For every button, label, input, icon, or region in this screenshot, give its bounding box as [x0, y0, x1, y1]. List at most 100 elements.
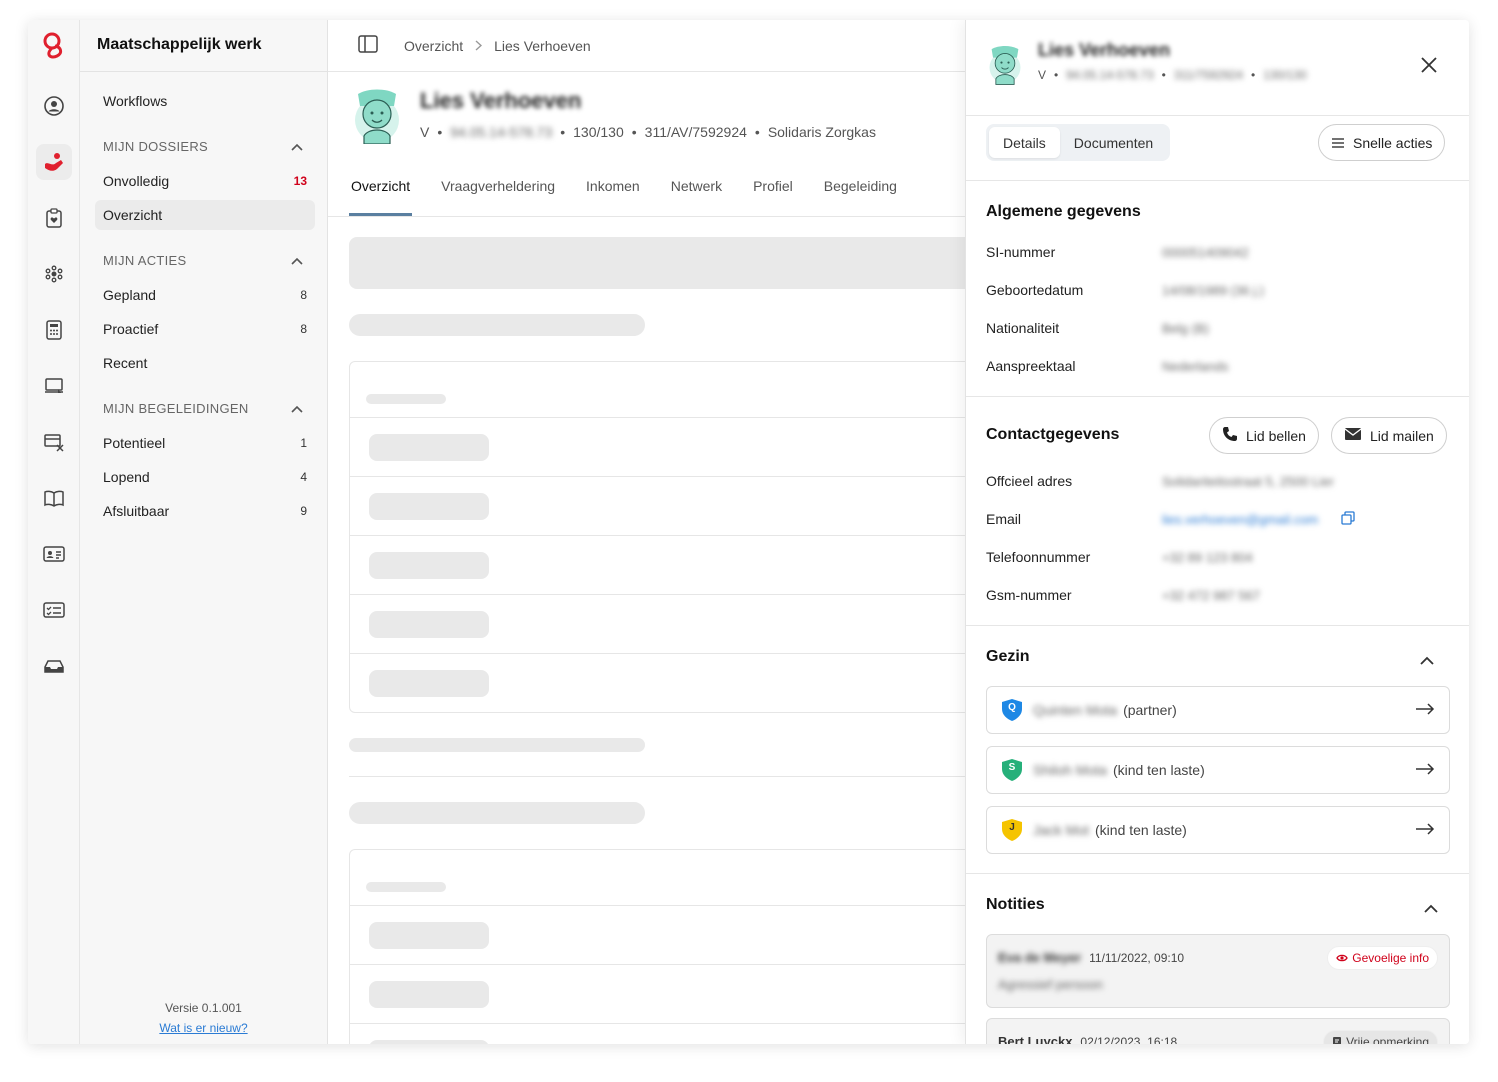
- count-badge: 9: [300, 504, 307, 518]
- kv-key: Telefoonnummer: [986, 549, 1091, 565]
- nav-item-lopend[interactable]: Lopend 4: [95, 462, 315, 492]
- whats-new-link[interactable]: Wat is er nieuw?: [80, 1021, 327, 1035]
- divider: [966, 873, 1469, 874]
- tab-inkomen[interactable]: Inkomen: [584, 170, 642, 216]
- arrow-right-icon: [1415, 822, 1435, 838]
- note-text: Agressief persoon: [998, 977, 1103, 992]
- note-card[interactable]: Eva de Meyer 11/11/2022, 09:10 Gevoelige…: [986, 934, 1450, 1008]
- nav-item-overzicht[interactable]: Overzicht: [95, 200, 315, 230]
- main-content: Overzicht Lies Verhoeven Lies Verhoeven …: [328, 20, 989, 1044]
- checklist-icon[interactable]: [36, 592, 72, 628]
- chevron-up-icon[interactable]: [1424, 900, 1438, 916]
- tab-netwerk[interactable]: Netwerk: [669, 170, 724, 216]
- kv-value: Nederlands: [1162, 359, 1229, 374]
- skeleton-line: [349, 802, 645, 824]
- notes-title: Notities: [986, 896, 1045, 913]
- clipboard-heart-icon[interactable]: [36, 200, 72, 236]
- tab-documenten[interactable]: Documenten: [1060, 127, 1167, 158]
- arrow-right-icon: [1415, 702, 1435, 718]
- tab-vraagverheldering[interactable]: Vraagverheldering: [439, 170, 557, 216]
- nav-item-afsluitbaar[interactable]: Afsluitbaar 9: [95, 496, 315, 526]
- copy-icon[interactable]: [1341, 511, 1355, 528]
- menu-icon: [1331, 135, 1345, 151]
- nav-item-potentieel[interactable]: Potentieel 1: [95, 428, 315, 458]
- chevron-up-icon[interactable]: [1420, 652, 1434, 668]
- tab-profiel[interactable]: Profiel: [751, 170, 795, 216]
- kv-value: 000051409042: [1162, 245, 1249, 260]
- profile-meta: V • 94.05.14-578.73 • 130/130 • 311/AV/7592…: [420, 124, 876, 140]
- card-remove-icon[interactable]: [36, 424, 72, 460]
- tab-details[interactable]: Details: [989, 127, 1060, 158]
- note-card[interactable]: Bert Luyckx 02/12/2023, 16:18 Vrije opme…: [986, 1018, 1450, 1044]
- chevron-up-icon: [291, 401, 303, 416]
- count-badge: 8: [300, 322, 307, 336]
- id-card-icon[interactable]: [36, 536, 72, 572]
- profile-tabs: Overzicht Vraagverheldering Inkomen Netw…: [349, 170, 926, 216]
- panel-meta: V • 94.05.14-578.73 • 311/7592924 • 130/130: [1038, 68, 1307, 82]
- sidebar-toggle-icon[interactable]: [358, 35, 378, 56]
- breadcrumb-root[interactable]: Overzicht: [404, 38, 463, 54]
- chevron-right-icon: [475, 38, 483, 54]
- tab-begeleiding[interactable]: Begeleiding: [822, 170, 899, 216]
- mail-member-button[interactable]: Lid mailen: [1331, 417, 1447, 454]
- count-badge: 8: [300, 288, 307, 302]
- nav-item-gepland[interactable]: Gepland 8: [95, 280, 315, 310]
- nav-item-proactief[interactable]: Proactief 8: [95, 314, 315, 344]
- section-header-dossiers[interactable]: MIJN DOSSIERS: [103, 139, 303, 154]
- skeleton-line: [349, 314, 645, 336]
- nav-item-onvolledig[interactable]: Onvolledig 13: [95, 166, 315, 196]
- book-icon[interactable]: [36, 480, 72, 516]
- divider: [966, 396, 1469, 397]
- section-header-begeleidingen[interactable]: MIJN BEGELEIDINGEN: [103, 401, 303, 416]
- family-member-row[interactable]: J Jack Mot (kind ten laste): [986, 806, 1450, 854]
- avatar: [350, 86, 404, 147]
- divider: [966, 625, 1469, 626]
- divider: [328, 216, 968, 217]
- icon-rail: [28, 20, 80, 1044]
- family-member-row[interactable]: Q Quinten Mota (partner): [986, 686, 1450, 734]
- skeleton-line: [349, 738, 645, 752]
- nav-item-recent[interactable]: Recent: [95, 348, 315, 378]
- user-icon[interactable]: [36, 88, 72, 124]
- family-member-row[interactable]: S Shiloh Mota (kind ten laste): [986, 746, 1450, 794]
- kv-value: Solidariteitsstraat 5, 2500 Lier: [1162, 474, 1334, 489]
- network-icon[interactable]: [36, 256, 72, 292]
- app-title: Maatschappelijk werk: [97, 36, 262, 53]
- section-header-acties[interactable]: MIJN ACTIES: [103, 253, 303, 268]
- version-label: Versie 0.1.001: [165, 1001, 242, 1015]
- free-remark-badge: Vrije opmerking: [1323, 1030, 1438, 1044]
- inbox-icon[interactable]: [36, 648, 72, 684]
- laptop-icon[interactable]: [36, 368, 72, 404]
- chevron-up-icon: [291, 139, 303, 154]
- kv-key: SI-nummer: [986, 244, 1056, 260]
- quick-actions-button[interactable]: Snelle acties: [1318, 124, 1446, 161]
- phone-icon: [1222, 426, 1238, 445]
- panel-avatar: [986, 43, 1024, 88]
- divider: [966, 180, 1469, 181]
- email-link[interactable]: lies.verhoeven@gmail.com: [1162, 512, 1318, 527]
- panel-tabs: Details Documenten: [986, 124, 1171, 161]
- skeleton-card: [349, 849, 989, 1044]
- sensitive-badge: Gevoelige info: [1327, 946, 1438, 970]
- calculator-icon[interactable]: [36, 312, 72, 348]
- count-badge: 4: [300, 470, 307, 484]
- note-icon: [1332, 1035, 1342, 1044]
- kv-key: Offcieel adres: [986, 473, 1073, 489]
- divider: [349, 776, 989, 777]
- shield-icon: Q: [1001, 698, 1023, 722]
- call-member-button[interactable]: Lid bellen: [1209, 417, 1319, 454]
- nav-item-workflows[interactable]: Workflows: [95, 86, 315, 116]
- chevron-up-icon: [291, 253, 303, 268]
- eye-icon: [1336, 951, 1349, 965]
- divider: [80, 71, 327, 72]
- tab-overzicht[interactable]: Overzicht: [349, 170, 413, 216]
- close-icon[interactable]: [1420, 56, 1438, 77]
- count-badge: 13: [293, 174, 307, 188]
- kv-key: Gsm-nummer: [986, 587, 1072, 603]
- family-title: Gezin: [986, 648, 1030, 665]
- social-work-icon[interactable]: [36, 144, 72, 180]
- kv-value: Belg (B): [1162, 321, 1209, 336]
- shield-icon: J: [1001, 818, 1023, 842]
- mail-icon: [1344, 427, 1362, 444]
- contact-title: Contactgegevens: [986, 426, 1120, 443]
